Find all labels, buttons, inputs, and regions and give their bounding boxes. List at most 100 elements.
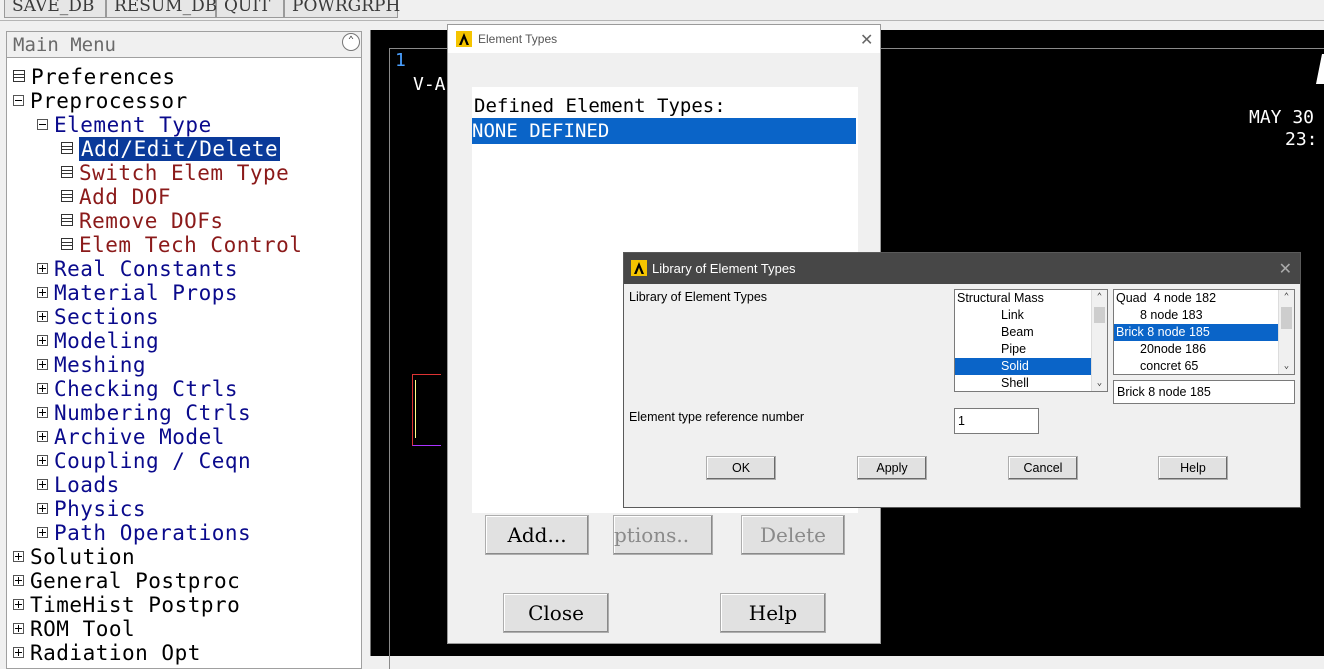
expand-icon[interactable]	[13, 574, 24, 586]
list-item[interactable]: Link	[955, 307, 1091, 324]
close-icon[interactable]: ✕	[1279, 259, 1292, 279]
menu-item-elem-tech-control[interactable]: Elem Tech Control	[61, 233, 302, 257]
expand-icon[interactable]	[37, 334, 48, 346]
menu-item-preprocessor[interactable]: Preprocessor	[13, 89, 188, 113]
scroll-thumb[interactable]	[1094, 307, 1105, 323]
menu-item-add-dof[interactable]: Add DOF	[61, 185, 171, 209]
scroll-down-icon[interactable]: ⌄	[1092, 376, 1107, 391]
list-item[interactable]: NONE DEFINED	[472, 118, 856, 144]
menu-leaf-icon[interactable]	[61, 238, 73, 250]
category-scrollbar[interactable]: ⌃ ⌄	[1091, 290, 1107, 391]
menu-leaf-icon[interactable]	[61, 214, 73, 226]
menu-item-loads[interactable]: Loads	[37, 473, 120, 497]
category-listbox[interactable]: Structural Mass Link Beam Pipe Solid Shell ⌃ …	[954, 289, 1108, 392]
menu-item-label: Numbering Ctrls	[54, 401, 252, 425]
menu-item-rom-tool[interactable]: ROM Tool	[13, 617, 135, 641]
options-button[interactable]: ptions..	[613, 515, 713, 555]
graphics-label: V-A	[413, 74, 446, 95]
cancel-button[interactable]: Cancel	[1008, 456, 1078, 480]
list-item[interactable]: Pipe	[955, 341, 1091, 358]
menu-item-material-props[interactable]: Material Props	[37, 281, 238, 305]
help-button[interactable]: Help	[1158, 456, 1228, 480]
list-item[interactable]: Brick 8 node 185	[1114, 324, 1278, 341]
list-item[interactable]: Beam	[955, 324, 1091, 341]
save-db-button[interactable]: SAVE_DB	[4, 0, 106, 18]
menu-item-label: Coupling / Ceqn	[54, 449, 252, 473]
collapse-icon[interactable]	[37, 118, 48, 130]
help-button[interactable]: Help	[720, 593, 826, 633]
expand-icon[interactable]	[37, 526, 48, 538]
menu-item-element-type[interactable]: Element Type	[37, 113, 212, 137]
menu-item-coupling-ceqn[interactable]: Coupling / Ceqn	[37, 449, 251, 473]
menu-item-preferences[interactable]: Preferences	[13, 65, 176, 89]
element-type-listbox[interactable]: Quad 4 node 182 8 node 183 Brick 8 node 18…	[1113, 289, 1295, 375]
menu-item-general-postproc[interactable]: General Postproc	[13, 569, 240, 593]
list-item[interactable]: Quad 4 node 182	[1114, 290, 1278, 307]
scroll-down-icon[interactable]: ⌄	[1279, 359, 1294, 374]
menu-leaf-icon[interactable]	[61, 190, 73, 202]
menu-item-switch-elem-type[interactable]: Switch Elem Type	[61, 161, 289, 185]
collapse-icon[interactable]	[13, 94, 24, 106]
expand-icon[interactable]	[37, 406, 48, 418]
scroll-thumb[interactable]	[1281, 307, 1292, 329]
expand-icon[interactable]	[37, 382, 48, 394]
menu-item-label: Elem Tech Control	[79, 233, 303, 257]
menu-item-remove-dofs[interactable]: Remove DOFs	[61, 209, 224, 233]
list-item[interactable]: 8 node 183	[1114, 307, 1278, 324]
expand-icon[interactable]	[13, 598, 24, 610]
ok-button[interactable]: OK	[706, 456, 776, 480]
menu-item-path-operations[interactable]: Path Operations	[37, 521, 251, 545]
menu-item-numbering-ctrls[interactable]: Numbering Ctrls	[37, 401, 251, 425]
menu-leaf-icon[interactable]	[61, 142, 73, 154]
expand-icon[interactable]	[37, 286, 48, 298]
menu-item-label: Real Constants	[54, 257, 239, 281]
menu-item-radiation-opt[interactable]: Radiation Opt	[13, 641, 201, 665]
apply-button[interactable]: Apply	[857, 456, 927, 480]
ref-number-input[interactable]: 1	[954, 408, 1039, 434]
menu-item-physics[interactable]: Physics	[37, 497, 146, 521]
close-button[interactable]: Close	[503, 593, 609, 633]
expand-icon[interactable]	[37, 454, 48, 466]
quit-button[interactable]: QUIT	[216, 0, 284, 18]
menu-leaf-icon[interactable]	[13, 70, 25, 82]
library-label: Library of Element Types	[629, 290, 768, 304]
expand-icon[interactable]	[37, 262, 48, 274]
menu-item-real-constants[interactable]: Real Constants	[37, 257, 238, 281]
list-item[interactable]: Shell	[955, 375, 1091, 391]
list-item[interactable]: concret 65	[1114, 358, 1278, 374]
type-scrollbar[interactable]: ⌃ ⌄	[1278, 290, 1294, 374]
scroll-up-icon[interactable]: ⌃	[1092, 290, 1107, 305]
menu-item-sections[interactable]: Sections	[37, 305, 159, 329]
list-item[interactable]: Structural Mass	[955, 290, 1091, 307]
window-number: 1	[395, 50, 406, 71]
expand-icon[interactable]	[13, 622, 24, 634]
expand-icon[interactable]	[37, 502, 48, 514]
list-item[interactable]: 20node 186	[1114, 341, 1278, 358]
element-type-field[interactable]: Brick 8 node 185	[1113, 380, 1295, 404]
menu-item-label: Add DOF	[79, 185, 172, 209]
collapse-icon[interactable]: ⌃	[342, 33, 360, 51]
dialog-titlebar: Library of Element Types ✕	[624, 253, 1300, 284]
delete-button[interactable]: Delete	[741, 515, 845, 555]
powrgrph-button[interactable]: POWRGRPH	[284, 0, 400, 18]
list-item[interactable]: Solid	[955, 358, 1091, 375]
scroll-up-icon[interactable]: ⌃	[1279, 290, 1294, 305]
menu-item-timehist-postpro[interactable]: TimeHist Postpro	[13, 593, 240, 617]
close-icon[interactable]: ✕	[860, 30, 873, 50]
menu-item-add-edit-delete[interactable]: Add/Edit/Delete	[61, 137, 281, 161]
resum-db-button[interactable]: RESUM_DB	[106, 0, 217, 18]
expand-icon[interactable]	[13, 550, 24, 562]
menu-item-solution[interactable]: Solution	[13, 545, 135, 569]
menu-item-checking-ctrls[interactable]: Checking Ctrls	[37, 377, 238, 401]
add-button[interactable]: Add...	[485, 515, 589, 555]
graphics-time: 23:	[1285, 129, 1318, 150]
menu-item-label: TimeHist Postpro	[30, 593, 241, 617]
menu-item-archive-model[interactable]: Archive Model	[37, 425, 225, 449]
expand-icon[interactable]	[37, 478, 48, 490]
menu-item-meshing[interactable]: Meshing	[37, 353, 146, 377]
menu-leaf-icon[interactable]	[61, 166, 73, 178]
expand-icon[interactable]	[37, 358, 48, 370]
expand-icon[interactable]	[37, 310, 48, 322]
expand-icon[interactable]	[37, 430, 48, 442]
menu-item-modeling[interactable]: Modeling	[37, 329, 159, 353]
